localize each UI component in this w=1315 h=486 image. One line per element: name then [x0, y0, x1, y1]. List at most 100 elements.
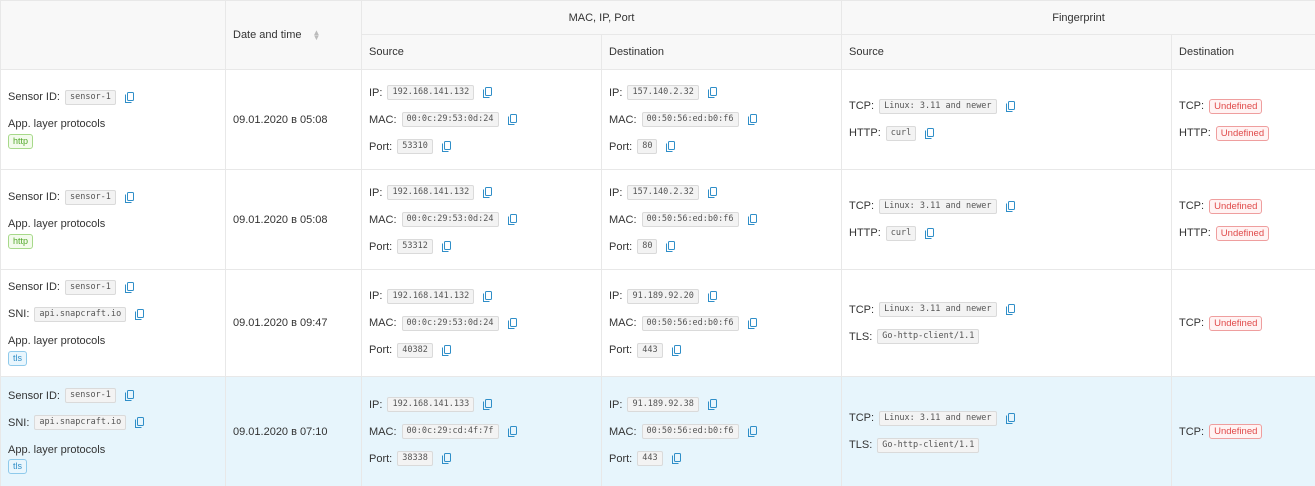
copy-icon[interactable] [135, 417, 145, 428]
table-row[interactable]: Sensor ID: sensor-1 App. layer protocols ht… [0, 169, 1315, 270]
fp-second-value: curl [885, 125, 917, 141]
ip-label: IP: [609, 398, 623, 411]
sensor-cell: Sensor ID: sensor-1 App. layer protocols ht… [0, 69, 226, 170]
table-row[interactable]: Sensor ID: sensor-1 SNI: api.snapcraft.io Ap… [0, 376, 1315, 486]
date-value: 09.01.2020 в 05:08 [233, 213, 328, 226]
mac-source-cell: IP: 192.168.141.132 MAC: 00:0c:29:53:0d:24 P… [361, 69, 602, 170]
undefined-badge: Undefined [1215, 125, 1270, 141]
copy-icon[interactable] [1005, 304, 1015, 315]
mac-label: MAC: [609, 425, 637, 438]
copy-icon[interactable] [707, 399, 717, 410]
header-mac-destination: Destination [600, 34, 843, 70]
copy-icon[interactable] [483, 187, 493, 198]
copy-icon[interactable] [441, 453, 451, 464]
copy-icon[interactable] [507, 426, 517, 437]
port-label: Port: [609, 452, 633, 465]
protocol-tag[interactable]: http [8, 233, 34, 249]
copy-icon[interactable] [507, 214, 517, 225]
sni-value: api.snapcraft.io [34, 415, 127, 430]
port-value: 53310 [397, 139, 433, 154]
copy-icon[interactable] [483, 290, 493, 302]
header-sensor [0, 0, 226, 70]
header-fp-source: Source [841, 34, 1173, 70]
mac-label: MAC: [369, 113, 397, 126]
mac-label: MAC: [369, 213, 397, 226]
copy-icon[interactable] [507, 317, 517, 329]
copy-icon[interactable] [1005, 412, 1015, 424]
fp-second-label: HTTP: [849, 227, 881, 239]
copy-icon[interactable] [124, 91, 134, 103]
ip-value: 192.168.141.132 [387, 288, 475, 304]
mac-value: 00:50:56:ed:b0:f6 [641, 212, 739, 227]
mac-value: 00:0c:29:53:0d:24 [401, 315, 499, 331]
copy-icon[interactable] [925, 227, 935, 239]
port-value: 80 [637, 139, 658, 154]
header-date-time[interactable]: Date and time ▲ ▼ [225, 0, 362, 70]
copy-icon[interactable] [1005, 200, 1015, 212]
copy-icon[interactable] [124, 390, 134, 401]
copy-icon[interactable] [707, 87, 717, 98]
sensor-cell: Sensor ID: sensor-1 App. layer protocols ht… [0, 169, 226, 270]
sni-label: SNI: [8, 308, 30, 320]
copy-icon[interactable] [441, 241, 451, 252]
copy-icon[interactable] [483, 87, 493, 98]
copy-icon[interactable] [507, 114, 517, 125]
copy-icon[interactable] [124, 191, 134, 203]
mac-label: MAC: [609, 213, 637, 226]
mac-value: 00:0c:29:53:0d:24 [401, 212, 499, 227]
port-value: 80 [637, 239, 658, 254]
sensor-id-label: Sensor ID: [8, 191, 60, 203]
protocol-tag[interactable]: http [8, 133, 34, 149]
ip-value: 157.140.2.32 [627, 85, 699, 100]
fp-second-value: Go-http-client/1.1 [877, 437, 980, 453]
copy-icon[interactable] [747, 114, 757, 125]
ip-value: 192.168.141.133 [387, 397, 475, 412]
protocol-tag[interactable]: tls [8, 459, 27, 474]
mac-label: MAC: [609, 317, 637, 329]
undefined-badge: Undefined [1209, 98, 1263, 114]
copy-icon[interactable] [124, 281, 134, 293]
tcp-fingerprint-value: Linux: 3.11 and newer [879, 98, 997, 114]
copy-icon[interactable] [441, 344, 451, 356]
copy-icon[interactable] [707, 187, 717, 198]
copy-icon[interactable] [666, 241, 676, 252]
fp-second-label: HTTP: [849, 127, 881, 139]
date-cell: 09.01.2020 в 05:08 [225, 69, 362, 170]
port-value: 38338 [397, 451, 433, 466]
copy-icon[interactable] [666, 141, 676, 152]
copy-icon[interactable] [747, 214, 757, 225]
header-fp-destination: Destination [1171, 34, 1315, 70]
copy-icon[interactable] [747, 317, 757, 329]
copy-icon[interactable] [483, 399, 493, 410]
mac-value: 00:50:56:ed:b0:f6 [641, 315, 739, 331]
header-fingerprint: Fingerprint [841, 0, 1315, 35]
table-row[interactable]: Sensor ID: sensor-1 SNI: api.snapcraft.io Ap… [0, 269, 1315, 377]
header-mac-ip-port: MAC, IP, Port [360, 0, 843, 35]
port-label: Port: [609, 240, 633, 253]
fp-destination-cell: TCP: Undefined [1171, 269, 1315, 377]
mac-value: 00:0c:29:cd:4f:7f [401, 424, 499, 439]
sort-icon[interactable]: ▲ ▼ [313, 29, 321, 42]
copy-icon[interactable] [747, 426, 757, 437]
tcp-label: TCP: [1179, 317, 1205, 329]
protocol-tag[interactable]: tls [8, 350, 27, 366]
date-value: 09.01.2020 в 07:10 [233, 425, 328, 438]
mac-value: 00:50:56:ed:b0:f6 [641, 424, 739, 439]
sensor-id-value: sensor-1 [64, 89, 116, 105]
date-value: 09.01.2020 в 09:47 [233, 317, 328, 329]
copy-icon[interactable] [1005, 100, 1015, 112]
mac-label: MAC: [369, 317, 397, 329]
copy-icon[interactable] [135, 308, 145, 320]
copy-icon[interactable] [671, 344, 681, 356]
copy-icon[interactable] [925, 127, 935, 139]
mac-label: MAC: [609, 113, 637, 126]
table-row[interactable]: Sensor ID: sensor-1 App. layer protocols ht… [0, 69, 1315, 170]
copy-icon[interactable] [671, 453, 681, 464]
ip-label: IP: [369, 86, 383, 99]
fp-source-cell: TCP: Linux: 3.11 and newer HTTP: curl [841, 69, 1173, 170]
ip-value: 157.140.2.32 [627, 185, 699, 200]
copy-icon[interactable] [707, 290, 717, 302]
ip-label: IP: [609, 186, 623, 199]
copy-icon[interactable] [441, 141, 451, 152]
undefined-badge: Undefined [1215, 225, 1270, 241]
